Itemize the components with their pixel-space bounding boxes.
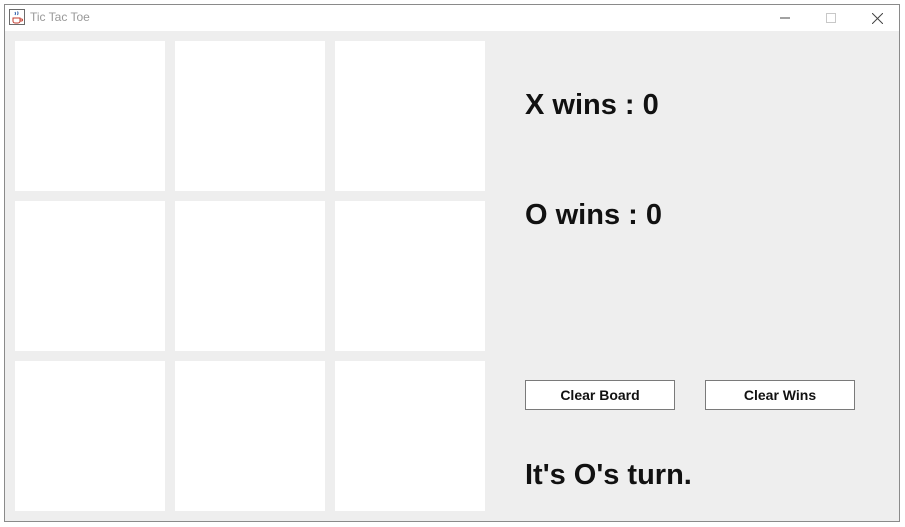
- board-cell-8[interactable]: [175, 361, 325, 511]
- board-cell-5[interactable]: [175, 201, 325, 351]
- close-button[interactable]: [854, 5, 900, 31]
- maximize-button[interactable]: [808, 5, 854, 31]
- minimize-button[interactable]: [762, 5, 808, 31]
- maximize-icon: [826, 13, 836, 23]
- board-cell-1[interactable]: [15, 41, 165, 191]
- app-window: Tic Tac Toe X wins : 0 O wins : 0 Clear …: [4, 4, 900, 522]
- close-icon: [871, 12, 883, 24]
- title-bar[interactable]: Tic Tac Toe: [5, 5, 899, 31]
- board-cell-2[interactable]: [175, 41, 325, 191]
- window-title: Tic Tac Toe: [30, 10, 90, 24]
- minimize-icon: [780, 17, 790, 19]
- content-panel: X wins : 0 O wins : 0 Clear Board Clear …: [5, 31, 899, 521]
- board-cell-3[interactable]: [335, 41, 485, 191]
- java-cup-icon: [9, 9, 25, 25]
- board-cell-4[interactable]: [15, 201, 165, 351]
- o-wins-label: O wins : 0: [525, 199, 662, 231]
- clear-wins-button[interactable]: Clear Wins: [705, 380, 855, 410]
- x-wins-label: X wins : 0: [525, 89, 659, 121]
- board-cell-9[interactable]: [335, 361, 485, 511]
- board-cell-6[interactable]: [335, 201, 485, 351]
- board-cell-7[interactable]: [15, 361, 165, 511]
- turn-status: It's O's turn.: [525, 459, 692, 491]
- clear-board-button[interactable]: Clear Board: [525, 380, 675, 410]
